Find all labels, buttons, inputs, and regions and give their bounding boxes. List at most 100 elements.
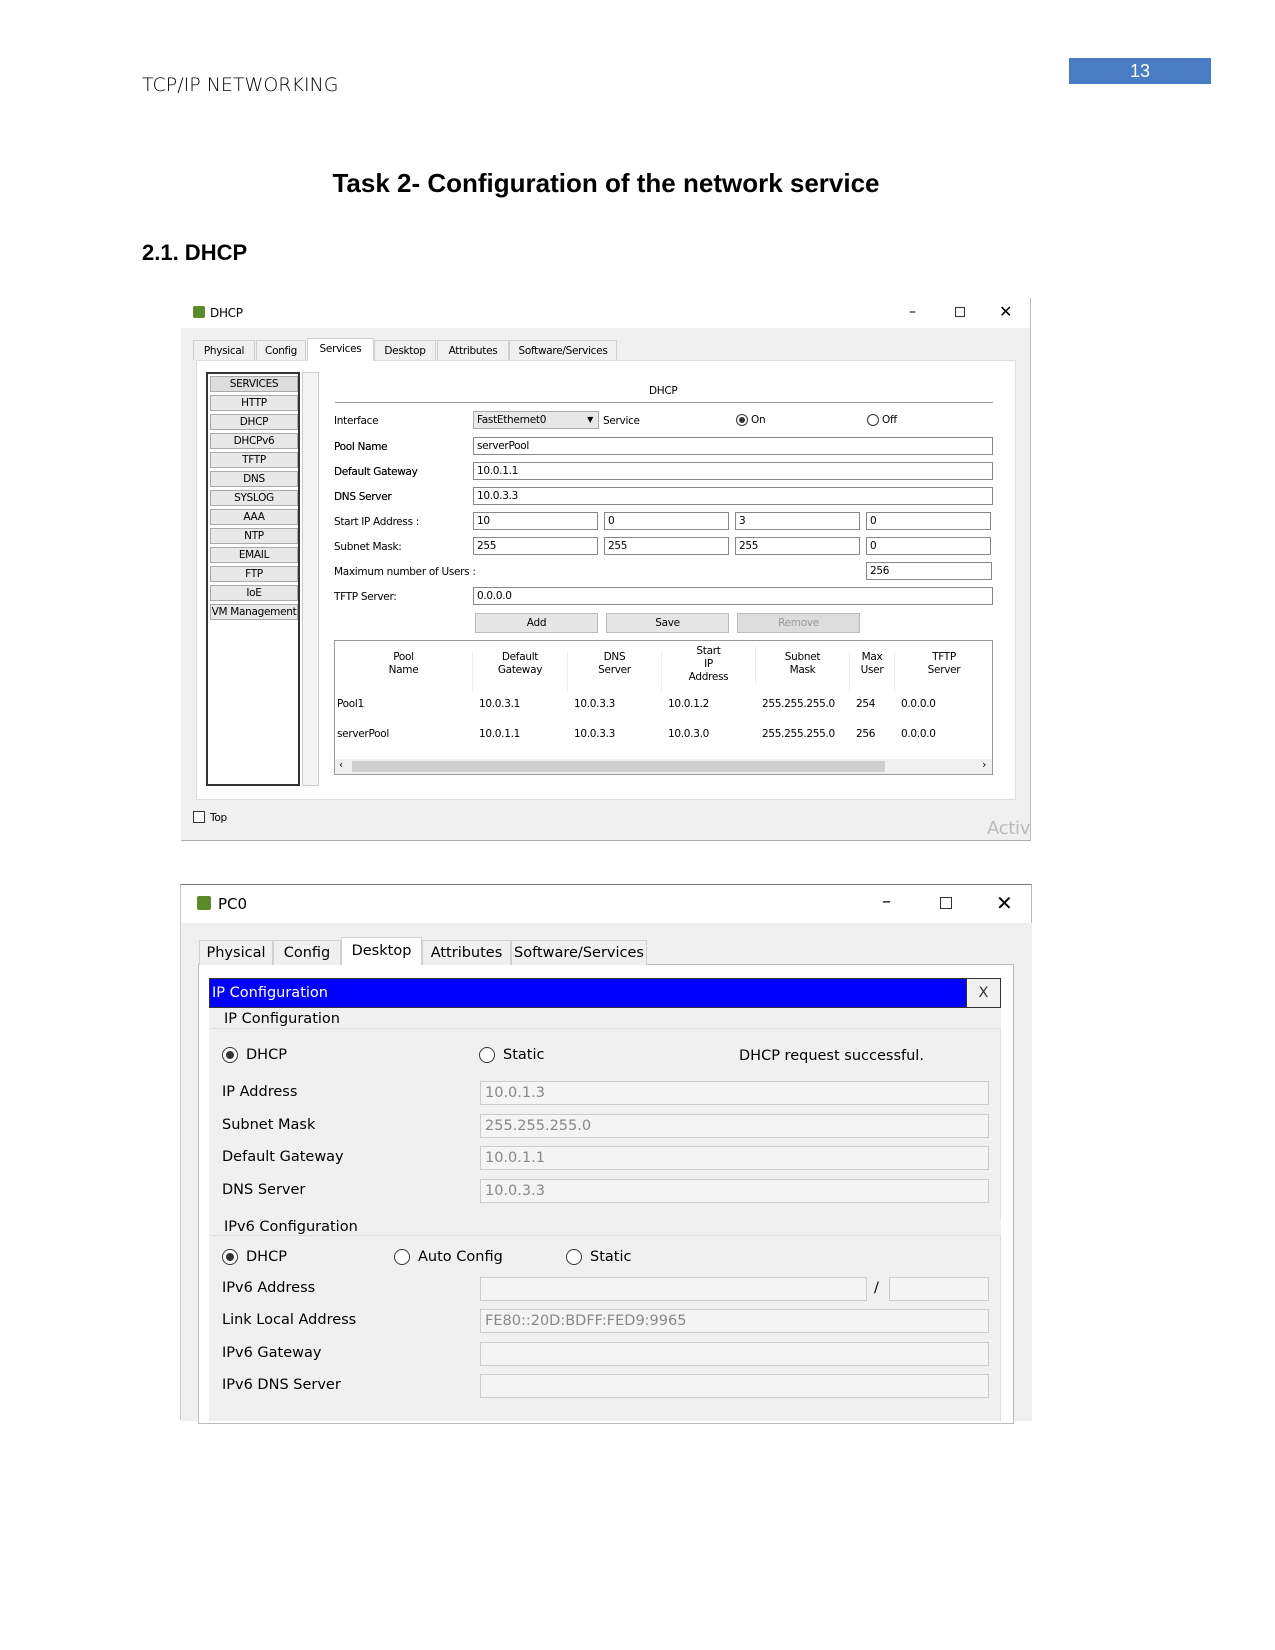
start-ip-octet-4[interactable]: 0: [866, 512, 991, 530]
page-title: Task 2- Configuration of the network ser…: [332, 168, 880, 198]
field-input[interactable]: 10.0.1.1: [480, 1146, 989, 1170]
ipv6-static-radio[interactable]: Static: [566, 1249, 631, 1265]
subnet-mask-octet-4[interactable]: 0: [866, 537, 991, 555]
page-number: 13: [1069, 58, 1211, 84]
horizontal-scrollbar[interactable]: ‹ ›: [335, 759, 992, 774]
tab-physical[interactable]: Physical: [199, 940, 273, 965]
column-header[interactable]: Subnet Mask: [756, 651, 850, 691]
table-cell: Pool1: [337, 698, 364, 710]
field-input[interactable]: 255.255.255.0: [480, 1113, 989, 1138]
service-vm-management[interactable]: VM Management: [210, 604, 298, 620]
service-dhcpv6[interactable]: DHCPv6: [210, 433, 298, 449]
service-syslog[interactable]: SYSLOG: [210, 490, 298, 506]
default-gateway-input[interactable]: 10.0.1.1: [473, 462, 993, 480]
top-checkbox[interactable]: [193, 811, 205, 823]
table-row[interactable]: serverPool 10.0.1.1 10.0.3.3 10.0.3.0 255.25…: [335, 728, 992, 742]
ipv6-gateway-input[interactable]: [480, 1342, 989, 1366]
ipv6-address-label: IPv6 Address: [222, 1280, 316, 1296]
ipv6-dhcp-radio[interactable]: DHCP: [222, 1249, 287, 1265]
static-radio[interactable]: Static: [479, 1047, 544, 1063]
service-tftp[interactable]: TFTP: [210, 452, 298, 468]
tftp-server-input[interactable]: 0.0.0.0: [473, 587, 993, 605]
dns-server-input[interactable]: 10.0.3.3: [473, 487, 993, 505]
column-header[interactable]: Max User: [850, 651, 895, 691]
default-gateway-label: Default Gateway: [334, 466, 418, 478]
minimize-icon[interactable]: –: [909, 304, 916, 320]
pool-name-input[interactable]: serverPool: [473, 437, 993, 455]
interface-label: Interface: [334, 415, 379, 427]
minimize-icon[interactable]: –: [882, 891, 891, 912]
max-users-input[interactable]: 256: [866, 562, 992, 580]
service-dns[interactable]: DNS: [210, 471, 298, 487]
save-button[interactable]: Save: [606, 613, 729, 633]
add-button[interactable]: Add: [475, 613, 598, 633]
field-label: Subnet Mask: [222, 1116, 316, 1133]
field-input[interactable]: 10.0.3.3: [480, 1178, 989, 1203]
column-header[interactable]: Start IP Address: [662, 645, 756, 685]
service-off-radio[interactable]: Off: [867, 414, 897, 426]
subnet-mask-octet-1[interactable]: 255: [473, 537, 598, 555]
tab-software-services[interactable]: Software/Services: [509, 340, 617, 360]
close-icon[interactable]: ✕: [996, 891, 1013, 915]
tab-attributes[interactable]: Attributes: [437, 340, 509, 360]
service-dhcp[interactable]: DHCP: [210, 414, 298, 430]
field-label: DNS Server: [222, 1181, 306, 1198]
maximize-icon[interactable]: [940, 897, 952, 909]
service-on-radio[interactable]: On: [736, 414, 766, 426]
remove-button[interactable]: Remove: [737, 613, 860, 633]
maximize-icon[interactable]: [955, 307, 965, 317]
service-ftp[interactable]: FTP: [210, 566, 298, 582]
service-http[interactable]: HTTP: [210, 395, 298, 411]
service-ioe[interactable]: IoE: [210, 585, 298, 601]
field-input[interactable]: 10.0.1.3: [480, 1081, 989, 1105]
link-local-input[interactable]: FE80::20D:BDFF:FED9:9965: [480, 1309, 989, 1333]
tab-physical[interactable]: Physical: [193, 340, 255, 360]
chevron-down-icon: ▼: [587, 415, 593, 424]
slash-label: /: [874, 1280, 879, 1296]
top-label: Top: [210, 812, 227, 824]
ipv6-dns-input[interactable]: [480, 1374, 989, 1398]
column-header[interactable]: DNS Server: [568, 651, 662, 691]
tab-attributes[interactable]: Attributes: [422, 940, 511, 965]
column-header[interactable]: Pool Name: [335, 651, 473, 691]
table-cell: 0.0.0.0: [901, 728, 936, 740]
ipv6-address-input[interactable]: [480, 1277, 867, 1301]
start-ip-octet-3[interactable]: 3: [735, 512, 860, 530]
subnet-mask-label: Subnet Mask:: [334, 541, 402, 553]
service-services[interactable]: SERVICES: [210, 376, 298, 392]
tab-config[interactable]: Config: [273, 940, 341, 965]
tab-software-services[interactable]: Software/Services: [511, 940, 647, 965]
start-ip-octet-2[interactable]: 0: [604, 512, 729, 530]
service-ntp[interactable]: NTP: [210, 528, 298, 544]
ipv4-group-label: IP Configuration: [222, 1011, 342, 1027]
subnet-mask-octet-3[interactable]: 255: [735, 537, 860, 555]
services-list: SERVICES HTTP DHCP DHCPv6 TFTP DNS SYSLOG AAA NT…: [206, 372, 300, 786]
link-local-label: Link Local Address: [222, 1312, 357, 1328]
app-icon: [193, 306, 205, 318]
close-icon[interactable]: ✕: [999, 302, 1012, 321]
start-ip-octet-1[interactable]: 10: [473, 512, 598, 530]
tab-desktop[interactable]: Desktop: [374, 340, 436, 360]
subnet-mask-octet-2[interactable]: 255: [604, 537, 729, 555]
ipv6-dns-label: IPv6 DNS Server: [222, 1377, 341, 1393]
table-cell: 10.0.3.0: [668, 728, 710, 740]
tab-config[interactable]: Config: [256, 340, 306, 360]
table-cell: serverPool: [337, 728, 389, 740]
services-scrollbar[interactable]: [302, 372, 319, 786]
title-bar: DHCP – ✕: [181, 298, 1030, 328]
interface-select[interactable]: FastEthernet0 ▼: [473, 411, 599, 429]
service-email[interactable]: EMAIL: [210, 547, 298, 563]
column-header[interactable]: TFTP Server: [895, 651, 993, 691]
column-header[interactable]: Default Gateway: [473, 651, 568, 691]
ipv6-auto-config-radio[interactable]: Auto Config: [394, 1249, 503, 1265]
status-message: DHCP request successful.: [739, 1048, 924, 1064]
table-row[interactable]: Pool1 10.0.3.1 10.0.3.3 10.0.1.2 255.255.255…: [335, 698, 992, 712]
dhcp-radio[interactable]: DHCP: [222, 1047, 287, 1063]
ip-config-close-button[interactable]: X: [966, 979, 1000, 1007]
tab-services[interactable]: Services: [307, 338, 374, 361]
tab-desktop[interactable]: Desktop: [341, 937, 422, 965]
ipv6-prefix-input[interactable]: [889, 1277, 989, 1301]
table-cell: 10.0.3.3: [574, 728, 616, 740]
service-label: Service: [603, 415, 640, 427]
service-aaa[interactable]: AAA: [210, 509, 298, 525]
